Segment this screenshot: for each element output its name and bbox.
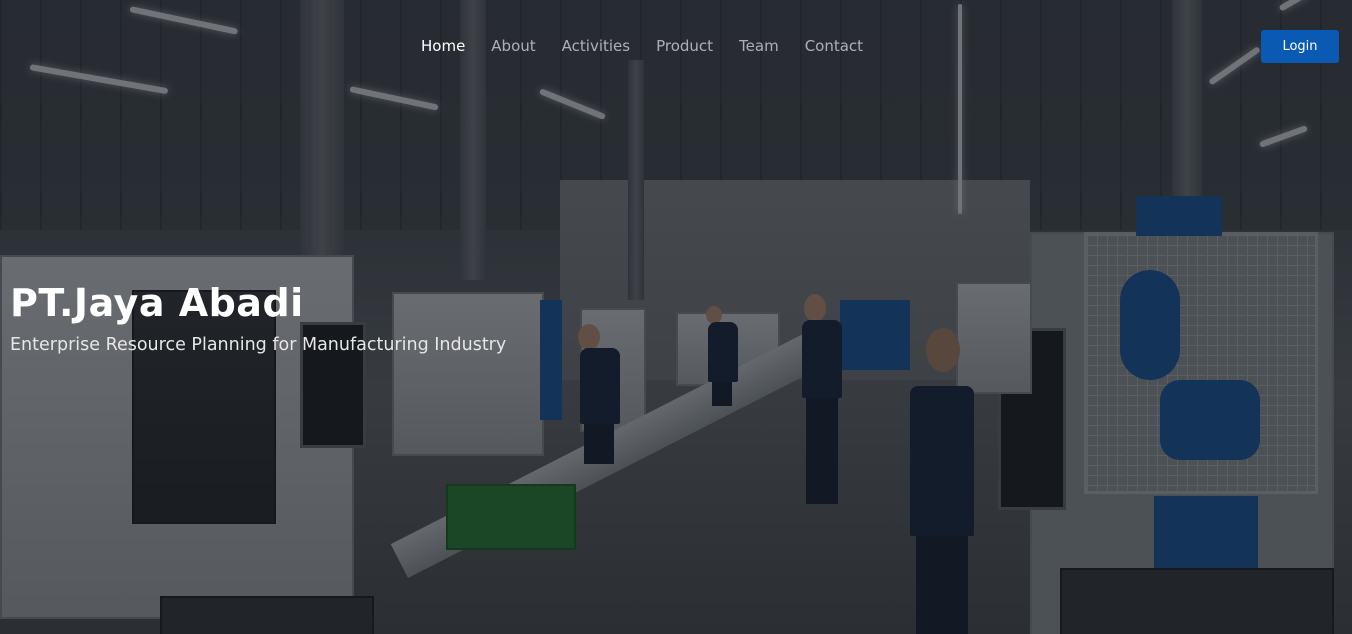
nav-about[interactable]: About [478,36,548,56]
nav-home[interactable]: Home [408,36,478,56]
login-button[interactable]: Login [1261,30,1339,63]
nav-product[interactable]: Product [643,36,726,56]
nav-contact[interactable]: Contact [792,36,876,56]
main-nav: Home About Activities Product Team Conta… [0,36,1352,58]
hero-subtitle: Enterprise Resource Planning for Manufac… [10,335,507,355]
hero-section: PT.Jaya Abadi Enterprise Resource Planni… [10,282,506,356]
nav-activities[interactable]: Activities [549,36,643,56]
nav-links: Home About Activities Product Team Conta… [408,36,876,56]
nav-team[interactable]: Team [726,36,792,56]
hero-title: PT.Jaya Abadi [10,281,304,325]
